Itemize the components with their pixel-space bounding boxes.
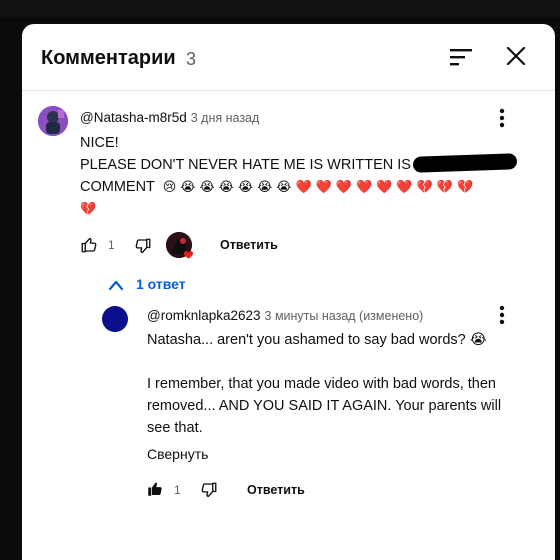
reply-line-1: Natasha... aren't you ashamed to say bad… [147, 332, 487, 348]
reply-header-line: @romknlapka2623 3 минуты назад (изменено) [147, 308, 423, 323]
comment-emoji: ❤️ [335, 180, 353, 195]
comment-emoji-row: 😢 😭 😭 😭 😭 😭 😭 ❤️ ❤️ ❤️ ❤️ ❤️ ❤️ 💔 💔 💔 [163, 179, 477, 195]
comment-emoji-row-2: 💔 [80, 201, 100, 217]
comment-emoji: 😭 [199, 180, 215, 195]
comment-emoji: 😢 [162, 180, 177, 195]
comment-emoji: 💔 [416, 180, 433, 195]
comments-title: Комментарии [41, 47, 176, 69]
comment-line-2-text: PLEASE DON'T NEVER HATE ME IS WRITTEN IS [80, 157, 411, 173]
comment-emoji: 💔 [456, 180, 474, 195]
comments-panel: Комментарии 3 @Natasha-m8r5d 3 дня назад … [22, 24, 555, 560]
reply-kebab-icon[interactable] [499, 305, 505, 325]
avatar-image [38, 106, 68, 136]
reply-like-count: 1 [174, 483, 181, 497]
replies-count-label: 1 ответ [136, 276, 186, 292]
thumb-down-icon[interactable] [134, 237, 152, 255]
avatar[interactable] [38, 106, 68, 136]
comment-emoji: ❤️ [315, 180, 332, 195]
sort-icon[interactable] [448, 44, 474, 70]
reply-author[interactable]: @romknlapka2623 [147, 308, 261, 323]
reply-line-4: see that. [147, 420, 203, 436]
reply-timestamp[interactable]: 3 минуты назад (изменено) [265, 309, 424, 323]
comment-line-4: 💔 [80, 198, 100, 221]
comment-line-1: NICE! [80, 135, 119, 151]
chevron-up-icon [108, 280, 124, 291]
reply-reply-button[interactable]: Ответить [247, 483, 305, 497]
heart-icon [183, 251, 194, 259]
comment-timestamp[interactable]: 3 дня назад [191, 111, 260, 125]
comment-emoji: 😭 [276, 180, 292, 195]
comment-emoji: ❤️ [295, 180, 312, 195]
comment-line-3: COMMENT 😢 😭 😭 😭 😭 😭 😭 ❤️ ❤️ ❤️ ❤️ ❤️ ❤️ 💔 💔 💔 [80, 176, 477, 199]
reply-line-2: I remember, that you made video with bad… [147, 376, 496, 392]
window-top-strip [0, 0, 560, 17]
comment-line-3-text: COMMENT [80, 179, 155, 195]
reply-thumb-down-icon[interactable] [200, 481, 218, 499]
reply-thumb-up-icon[interactable] [146, 480, 164, 498]
comment-emoji: ❤️ [396, 180, 413, 195]
comment-header-line: @Natasha-m8r5d 3 дня назад [80, 110, 259, 125]
reply-avatar[interactable] [102, 306, 128, 332]
comment-emoji: ❤️ [356, 180, 373, 195]
redaction-mark [412, 153, 518, 173]
comments-count: 3 [186, 49, 197, 69]
comment-emoji: 😭 [218, 180, 234, 195]
close-icon[interactable] [504, 44, 528, 68]
comment-emoji: 😭 [237, 180, 254, 195]
comment-emoji: 😭 [257, 180, 273, 195]
comment-author[interactable]: @Natasha-m8r5d [80, 110, 187, 125]
collapse-reply-button[interactable]: Свернуть [147, 446, 208, 462]
reply-line-3: removed... AND YOU SAID IT AGAIN. Your p… [147, 398, 502, 414]
like-count: 1 [108, 238, 115, 252]
thumb-up-icon[interactable] [80, 236, 98, 254]
comment-emoji: 💔 [436, 180, 453, 195]
comments-header: Комментарии 3 [22, 24, 555, 91]
comment-emoji: ❤️ [376, 180, 393, 195]
kebab-icon[interactable] [499, 108, 505, 128]
comment-emoji: 💔 [80, 202, 97, 217]
reply-button[interactable]: Ответить [220, 238, 278, 252]
comment-line-2: PLEASE DON'T NEVER HATE ME IS WRITTEN IS [80, 153, 518, 176]
comment-emoji: 😭 [180, 180, 196, 195]
